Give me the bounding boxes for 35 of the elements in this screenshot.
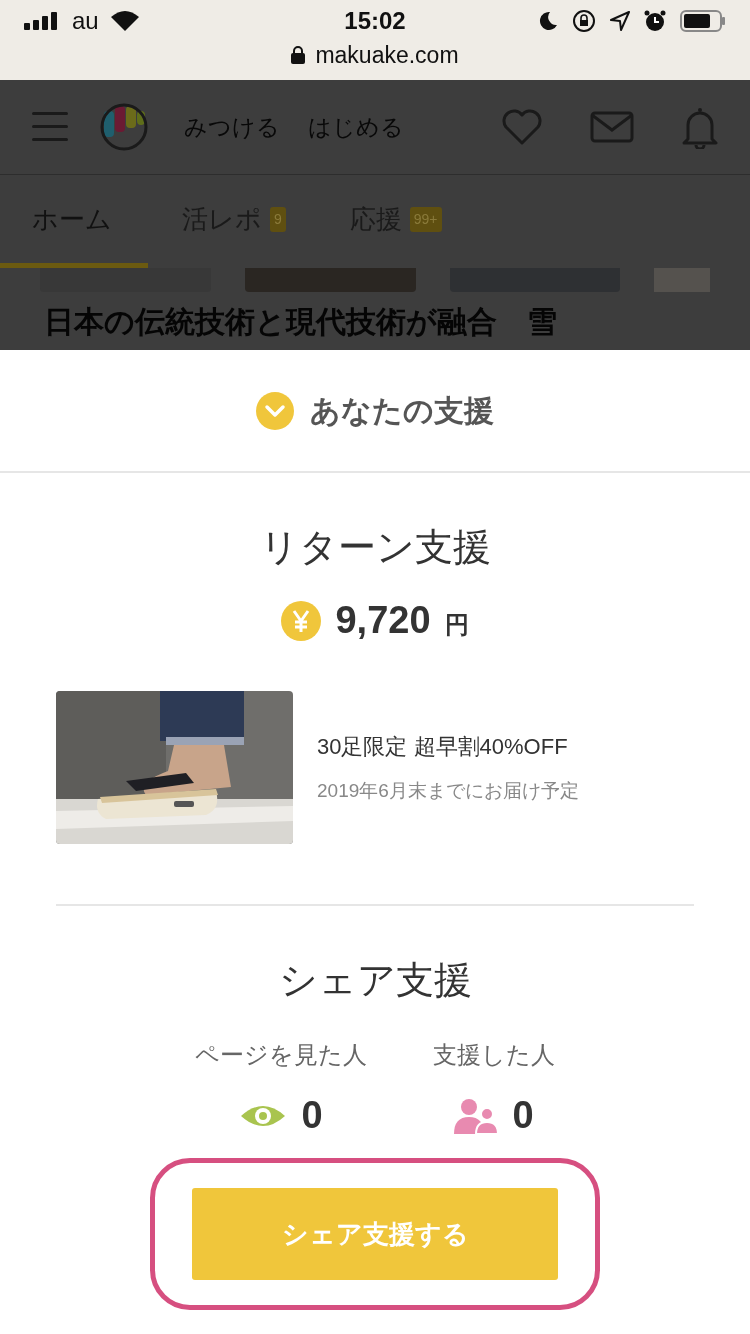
project-title: 日本の伝統技術と現代技術が融合 雪	[44, 304, 557, 340]
reward-title: 30足限定 超早割40%OFF	[317, 732, 569, 761]
moon-icon	[538, 11, 558, 31]
alarm-clock-icon	[644, 10, 666, 32]
stat-label: 支援した人	[433, 1040, 555, 1070]
heart-icon[interactable]	[502, 109, 542, 145]
logo-icon[interactable]	[100, 103, 148, 151]
stat-label: ページを見た人	[195, 1040, 367, 1070]
sheet-title: あなたの支援	[310, 393, 494, 429]
stat-value: 0	[512, 1093, 534, 1138]
thumbnail[interactable]	[244, 268, 416, 292]
mail-icon[interactable]	[590, 111, 634, 143]
rotation-lock-icon	[572, 9, 596, 33]
bell-icon[interactable]	[682, 105, 718, 149]
url-text[interactable]: makuake.com	[315, 37, 459, 73]
delivery-date: 2019年6月末までにお届け予定	[317, 778, 579, 803]
menu-icon[interactable]	[32, 112, 68, 142]
battery-icon	[680, 10, 726, 32]
wifi-icon	[110, 11, 139, 31]
thumbnail[interactable]	[40, 268, 211, 292]
people-icon	[454, 1097, 499, 1134]
stat-value: 0	[301, 1093, 323, 1138]
currency-unit: 円	[444, 609, 469, 640]
chevron-down-icon[interactable]	[256, 391, 294, 430]
signal-icon	[24, 12, 60, 30]
amount-value: 9,720	[335, 598, 431, 643]
thumbnail[interactable]	[654, 268, 710, 292]
clock-time: 15:02	[344, 6, 406, 36]
section-heading: リターン支援	[259, 525, 491, 570]
location-arrow-icon	[610, 11, 630, 31]
section-heading: シェア支援	[278, 958, 472, 1003]
lock-icon	[291, 46, 306, 64]
yen-icon	[281, 600, 322, 641]
share-support-button[interactable]: シェア支援する	[192, 1188, 558, 1280]
carrier-label: au	[72, 6, 99, 36]
